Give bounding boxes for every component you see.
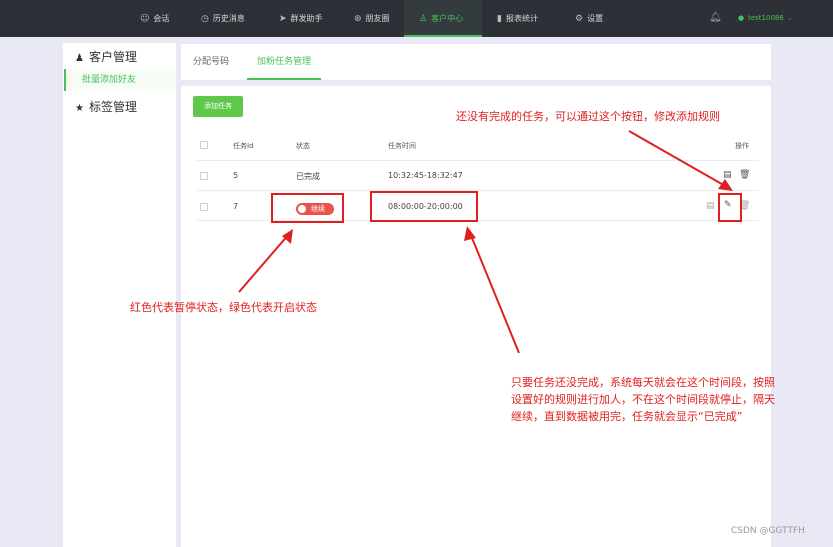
chevron-down-icon: ⌄ [786, 14, 793, 22]
task-id: 7 [233, 202, 239, 211]
column-header-id: 任务Id [233, 142, 254, 150]
user-icon: ♙ [419, 14, 428, 24]
sidebar-item-customer-management[interactable]: ♟ 客户管理 [75, 48, 137, 65]
edit-highlight-box [718, 193, 742, 222]
nav-item-history[interactable]: ◷ 历史消息 [201, 0, 245, 37]
row-checkbox[interactable] [200, 172, 208, 180]
nav-item-chat[interactable]: ☺ 会话 [140, 0, 169, 37]
bar-chart-icon: ▮ [497, 14, 502, 24]
nav-label: 历史消息 [212, 14, 245, 23]
nav-item-reports[interactable]: ▮ 报表统计 [497, 0, 538, 37]
task-id: 5 [233, 171, 239, 180]
annotation-time-note-line: 继续，直到数据被用完，任务就会显示“已完成” [511, 410, 743, 423]
task-time: 10:32:45-18:32:47 [388, 171, 463, 180]
star-icon: ★ [75, 103, 84, 114]
chat-icon: ☺ [140, 14, 150, 24]
nav-label: 朋友圈 [365, 14, 390, 23]
moments-icon: ⊛ [354, 14, 362, 24]
document-icon[interactable]: ▤ [723, 170, 732, 180]
status-highlight-box [271, 193, 344, 223]
tab-fan-task-management[interactable]: 加粉任务管理 [247, 44, 322, 80]
divider [197, 160, 759, 161]
nav-label: 群发助手 [290, 14, 323, 23]
annotation-time-note: 只要任务还没完成，系统每天就会在这个时间段，按照 设置好的规则进行加人，不在这个… [511, 374, 775, 425]
nav-item-moments[interactable]: ⊛ 朋友圈 [354, 0, 390, 37]
tab-assign-numbers[interactable]: 分配号码 [193, 44, 229, 80]
annotation-time-note-line: 只要任务还没完成，系统每天就会在这个时间段，按照 [511, 376, 775, 389]
sidebar-item-batch-add-friends[interactable]: 批量添加好友 [64, 69, 176, 91]
nav-label: 报表统计 [505, 14, 538, 23]
trash-icon[interactable]: 🗑︎ [739, 170, 750, 180]
tab-bar: 分配号码 加粉任务管理 [181, 44, 771, 80]
top-nav-bar: ☺ 会话 ◷ 历史消息 ➤ 群发助手 ⊛ 朋友圈 ♙ 客户中心 ▮ 报表统计 ⚙ 设置 🔔︎ … [0, 0, 833, 37]
nav-label: 客户中心 [431, 14, 464, 23]
watermark: CSDN @GGTTFH [731, 526, 805, 536]
nav-label: 会话 [153, 14, 170, 23]
sidebar-item-label: 标签管理 [89, 100, 138, 114]
nav-item-broadcast[interactable]: ➤ 群发助手 [279, 0, 323, 37]
nav-item-customer-center[interactable]: ♙ 客户中心 [404, 0, 482, 37]
row-checkbox[interactable] [200, 203, 208, 211]
bell-icon[interactable]: 🔔︎ [709, 12, 722, 23]
user-avatar-icon: ● [738, 14, 745, 22]
clock-icon: ◷ [201, 14, 209, 24]
task-table-panel: 添加任务 任务Id 状态 任务时间 操作 5 已完成 10:32:45-18:3… [181, 86, 771, 547]
nav-item-settings[interactable]: ⚙ 设置 [575, 0, 603, 37]
divider [197, 190, 759, 191]
user-menu[interactable]: ● test10086 ⌄ [738, 0, 793, 37]
sidebar-item-tag-management[interactable]: ★ 标签管理 [75, 98, 137, 115]
send-icon: ➤ [279, 14, 287, 24]
select-all-checkbox[interactable] [200, 141, 208, 149]
username: test10086 [748, 14, 784, 22]
task-status: 已完成 [296, 172, 320, 181]
document-icon[interactable]: ▤ [706, 201, 715, 211]
annotation-time-note-line: 设置好的规则进行加人，不在这个时间段就停止，隔天 [511, 393, 775, 406]
annotation-status-note: 红色代表暂停状态，绿色代表开启状态 [130, 301, 317, 314]
person-icon: ♟ [75, 53, 84, 64]
column-header-ops: 操作 [735, 142, 749, 150]
column-header-time: 任务时间 [388, 142, 416, 150]
add-task-button[interactable]: 添加任务 [193, 96, 243, 117]
annotation-edit-note: 还没有完成的任务，可以通过这个按钮，修改添加规则 [456, 110, 720, 123]
sidebar: ♟ 客户管理 批量添加好友 ★ 标签管理 [63, 43, 176, 547]
nav-label: 设置 [587, 14, 604, 23]
gear-icon: ⚙ [575, 14, 584, 24]
sidebar-item-label: 客户管理 [89, 50, 138, 64]
column-header-status: 状态 [296, 142, 310, 150]
time-highlight-box [370, 191, 478, 222]
